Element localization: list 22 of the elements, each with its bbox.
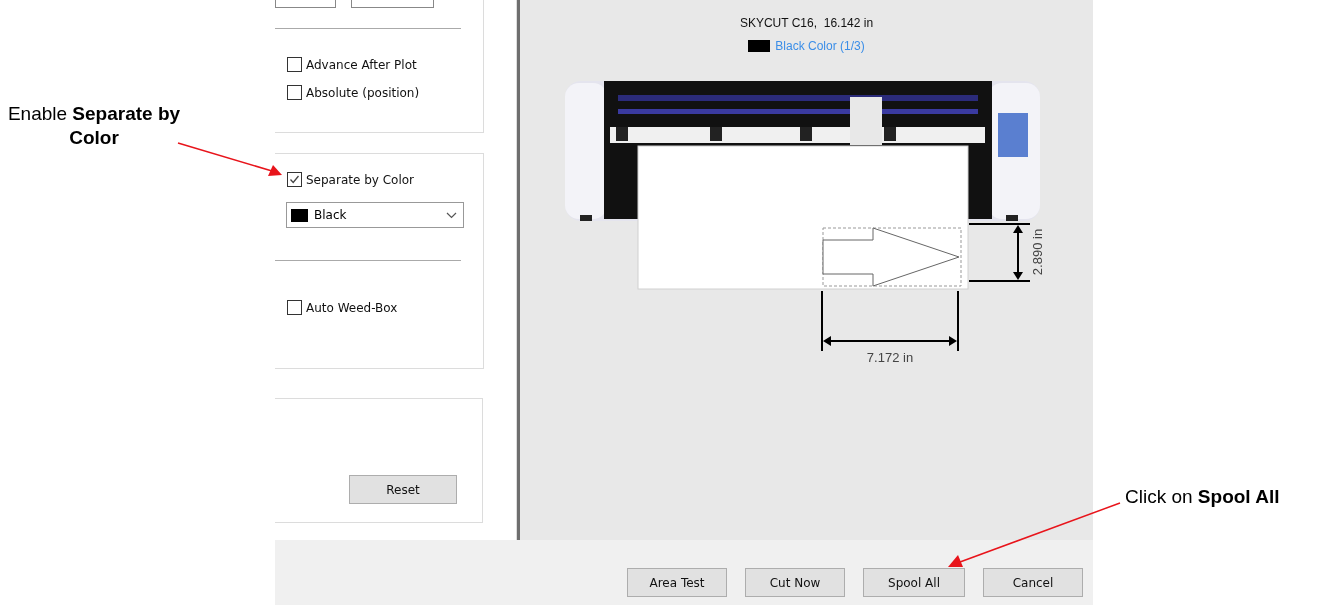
checkbox[interactable]: Separate by Color	[287, 172, 415, 187]
height-label: 2.890 in	[1029, 228, 1045, 276]
dialog-button[interactable]: Spool All	[863, 568, 965, 597]
color-dropdown[interactable]: Black	[286, 202, 464, 228]
chevron-down-icon	[446, 211, 457, 219]
width-label: 7.172 in	[866, 349, 914, 365]
annotation-text: Click on Spool All	[1125, 485, 1281, 509]
height-dimension-line	[968, 223, 1031, 282]
annotation-text: Enable Separate by Color	[6, 102, 182, 150]
checkmark-icon	[289, 174, 300, 185]
dialog-button[interactable]: Cut Now	[745, 568, 845, 597]
dialog-button[interactable]: Cancel	[983, 568, 1083, 597]
input-field[interactable]	[275, 0, 336, 8]
checkbox[interactable]: Absolute (position)	[287, 85, 420, 100]
color-swatch	[291, 208, 308, 222]
reset-button[interactable]: Reset	[349, 475, 457, 504]
spin-box[interactable]	[351, 0, 434, 8]
dialog-button[interactable]: Area Test	[627, 568, 727, 597]
checkbox[interactable]: Auto Weed-Box	[287, 300, 398, 315]
checkbox[interactable]: Advance After Plot	[287, 57, 417, 72]
machine-title: SKYCUT C16, 16.142 in	[739, 16, 874, 30]
color-swatch	[748, 40, 771, 52]
